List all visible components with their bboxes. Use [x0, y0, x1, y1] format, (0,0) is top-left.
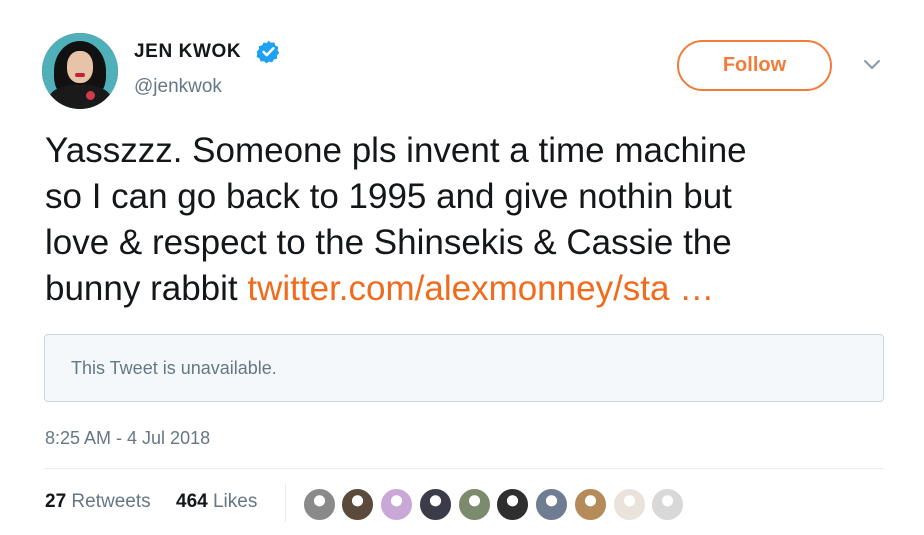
- likes-stat[interactable]: 464 Likes: [176, 491, 257, 513]
- retweets-stat[interactable]: 27 Retweets: [45, 491, 151, 513]
- tweet-timestamp[interactable]: 8:25 AM - 4 Jul 2018: [45, 428, 210, 449]
- liker-avatar[interactable]: [457, 487, 492, 522]
- quoted-tweet-card[interactable]: This Tweet is unavailable.: [44, 334, 884, 402]
- liker-avatar[interactable]: [495, 487, 530, 522]
- author-handle[interactable]: @jenkwok: [134, 76, 222, 98]
- liker-avatar[interactable]: [418, 487, 453, 522]
- liker-avatar[interactable]: [612, 487, 647, 522]
- liker-avatar[interactable]: [379, 487, 414, 522]
- liker-avatar[interactable]: [650, 487, 685, 522]
- likes-count: 464: [176, 491, 208, 512]
- follow-button[interactable]: Follow: [677, 40, 832, 91]
- chevron-down-icon[interactable]: [862, 58, 882, 72]
- liker-avatar[interactable]: [340, 487, 375, 522]
- retweets-label: Retweets: [71, 491, 151, 512]
- author-avatar[interactable]: [42, 33, 118, 109]
- retweets-count: 27: [45, 491, 67, 512]
- tweet-text: Yasszzz. Someone pls invent a time machi…: [45, 128, 895, 312]
- divider: [44, 468, 884, 469]
- liker-avatar[interactable]: [534, 487, 569, 522]
- tweet-link[interactable]: twitter.com/alexmonney/sta …: [247, 269, 714, 308]
- author-name[interactable]: JEN KWOK: [134, 41, 241, 63]
- quoted-tweet-status: This Tweet is unavailable.: [71, 358, 277, 378]
- liker-avatar[interactable]: [573, 487, 608, 522]
- likes-label: Likes: [212, 491, 258, 512]
- liker-avatar[interactable]: [302, 487, 337, 522]
- stats-divider: [285, 484, 286, 522]
- verified-badge-icon: [256, 40, 280, 64]
